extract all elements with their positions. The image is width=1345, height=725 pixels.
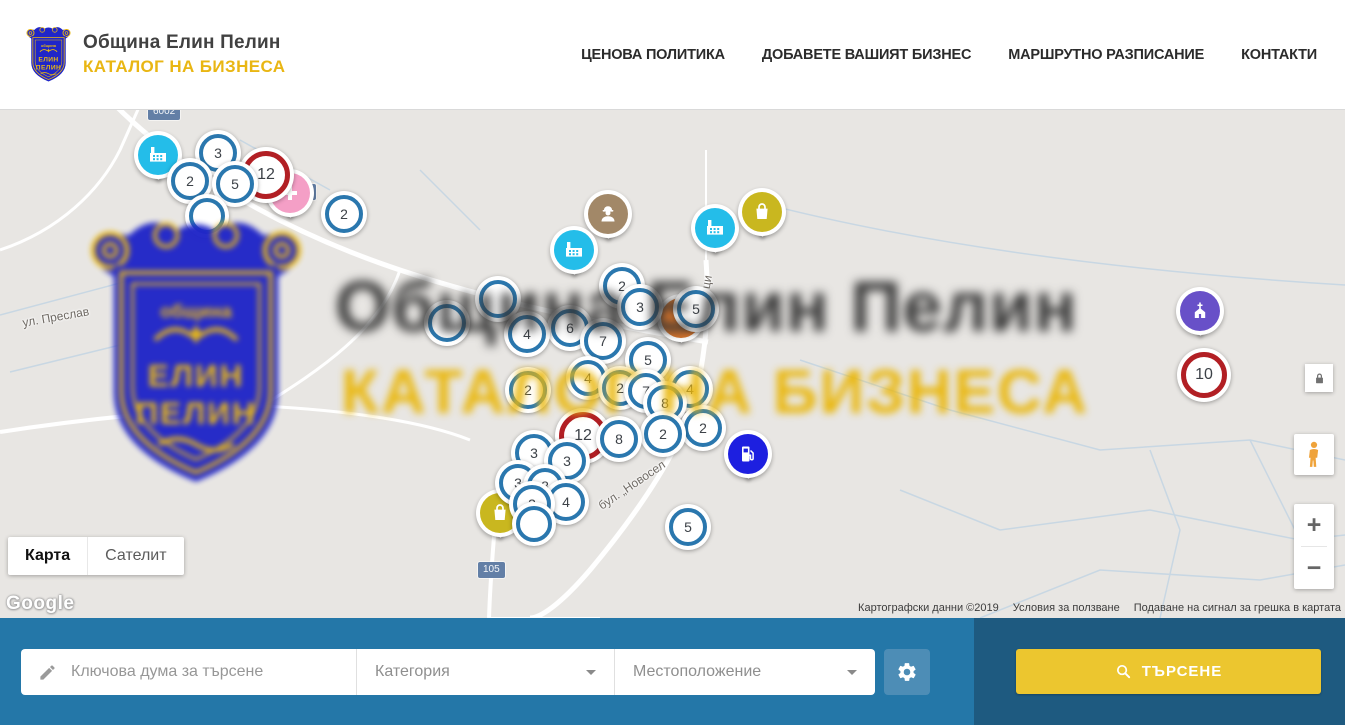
pin-marker-church[interactable] bbox=[1176, 287, 1224, 351]
cluster-marker[interactable]: 3 bbox=[617, 284, 663, 330]
map-type-control: Карта Сателит bbox=[8, 537, 184, 575]
cluster-count: 3 bbox=[214, 145, 222, 161]
cluster-count: 4 bbox=[584, 370, 592, 386]
google-logo[interactable]: Google bbox=[6, 593, 74, 615]
pegman-icon bbox=[1303, 440, 1325, 470]
cluster-count: 3 bbox=[530, 445, 538, 461]
cluster-marker[interactable]: 2 bbox=[321, 191, 367, 237]
cluster-count: 2 bbox=[659, 426, 667, 442]
lock-button[interactable] bbox=[1305, 364, 1333, 392]
map-type-map-button[interactable]: Карта bbox=[8, 537, 87, 575]
cluster-marker[interactable] bbox=[512, 502, 556, 546]
cluster-marker[interactable] bbox=[424, 300, 470, 346]
road-shield-label: 6002 bbox=[148, 110, 180, 120]
cluster-marker[interactable]: 2 bbox=[505, 367, 551, 413]
cluster-count: 2 bbox=[699, 420, 707, 436]
cluster-count: 8 bbox=[615, 431, 623, 447]
cluster-count: 3 bbox=[563, 453, 571, 469]
search-button-label: ТЪРСЕНЕ bbox=[1142, 663, 1223, 680]
cluster-count: 2 bbox=[524, 382, 532, 398]
keyword-field-wrap bbox=[21, 649, 356, 695]
bag-icon bbox=[750, 200, 774, 224]
chevron-down-icon bbox=[847, 670, 857, 680]
map-canvas[interactable]: ул. Преславбул. „Новоселци60026105 bbox=[0, 110, 1345, 618]
cluster-marker[interactable]: 2 bbox=[640, 411, 686, 457]
cluster-count: 4 bbox=[523, 326, 531, 342]
worker-icon bbox=[596, 202, 620, 226]
municipality-emblem-icon: община ЕЛИН ПЕЛИН bbox=[25, 25, 72, 84]
cluster-count: 7 bbox=[599, 333, 607, 349]
report-error-link[interactable]: Подаване на сигнал за грешка в картата bbox=[1134, 602, 1341, 614]
zoom-out-button[interactable]: − bbox=[1294, 547, 1334, 589]
cluster-count: 4 bbox=[686, 381, 694, 397]
cluster-count: 10 bbox=[1195, 366, 1213, 384]
category-select[interactable]: Категория bbox=[356, 649, 614, 695]
cluster-marker[interactable]: 8 bbox=[596, 416, 642, 462]
search-fields-group: Категория Местоположение bbox=[21, 649, 875, 695]
pin-marker-bag[interactable] bbox=[738, 188, 786, 252]
nav-item-schedule[interactable]: МАРШРУТНО РАЗПИСАНИЕ bbox=[1008, 47, 1204, 63]
map-type-satellite-button[interactable]: Сателит bbox=[87, 537, 183, 575]
cluster-count: 5 bbox=[644, 352, 652, 368]
site-logo[interactable]: община ЕЛИН ПЕЛИН Община Елин Пелин КАТА… bbox=[25, 25, 285, 84]
advanced-settings-button[interactable] bbox=[884, 649, 930, 695]
cluster-count: 5 bbox=[231, 176, 239, 192]
keyword-search-input[interactable] bbox=[69, 662, 313, 682]
pin-marker-factory[interactable] bbox=[691, 204, 739, 268]
pin-marker-factory[interactable] bbox=[550, 226, 598, 290]
factory-icon bbox=[562, 238, 586, 262]
svg-text:ПЕЛИН: ПЕЛИН bbox=[36, 64, 61, 71]
church-icon bbox=[1188, 299, 1212, 323]
site-subtitle: КАТАЛОГ НА БИЗНЕСА bbox=[83, 57, 285, 77]
gear-icon bbox=[896, 661, 918, 683]
cluster-marker[interactable] bbox=[185, 194, 229, 238]
cluster-count: 2 bbox=[186, 173, 194, 189]
attribution-copyright: Картографски данни ©2019 bbox=[858, 602, 999, 614]
zoom-control: + − bbox=[1294, 504, 1334, 589]
location-select-label: Местоположение bbox=[633, 663, 761, 681]
cluster-count: 12 bbox=[257, 166, 275, 184]
cluster-count: 3 bbox=[636, 299, 644, 315]
pin-marker-fuel[interactable] bbox=[724, 430, 772, 494]
cluster-marker[interactable]: 5 bbox=[665, 504, 711, 550]
map-attribution: Картографски данни ©2019 Условия за полз… bbox=[858, 602, 1341, 614]
pencil-icon bbox=[38, 663, 57, 682]
location-select[interactable]: Местоположение bbox=[614, 649, 875, 695]
terms-link[interactable]: Условия за ползване bbox=[1013, 602, 1120, 614]
cluster-count: 5 bbox=[692, 301, 700, 317]
nav-item-add-business[interactable]: ДОБАВЕТЕ ВАШИЯТ БИЗНЕС bbox=[762, 47, 971, 63]
lock-icon bbox=[1312, 371, 1327, 386]
chevron-down-icon bbox=[586, 670, 596, 680]
cluster-count: 2 bbox=[340, 206, 348, 222]
site-title: Община Елин Пелин bbox=[83, 32, 285, 54]
main-nav: ЦЕНОВА ПОЛИТИКА ДОБАВЕТЕ ВАШИЯТ БИЗНЕС М… bbox=[581, 47, 1317, 63]
search-icon bbox=[1115, 663, 1132, 680]
zoom-in-button[interactable]: + bbox=[1294, 504, 1334, 546]
cluster-marker[interactable]: 4 bbox=[504, 311, 550, 357]
cluster-count: 2 bbox=[616, 380, 624, 396]
search-bar: Категория Местоположение ТЪРСЕНЕ bbox=[0, 618, 1345, 725]
factory-icon bbox=[146, 143, 170, 167]
cluster-marker[interactable]: 10 bbox=[1177, 348, 1231, 402]
cluster-count: 8 bbox=[661, 395, 669, 411]
svg-text:ЕЛИН: ЕЛИН bbox=[38, 57, 58, 64]
cluster-marker[interactable]: 5 bbox=[673, 286, 719, 332]
search-button[interactable]: ТЪРСЕНЕ bbox=[1016, 649, 1321, 694]
nav-item-pricing[interactable]: ЦЕНОВА ПОЛИТИКА bbox=[581, 47, 725, 63]
cluster-count: 4 bbox=[562, 494, 570, 510]
factory-icon bbox=[703, 216, 727, 240]
header: община ЕЛИН ПЕЛИН Община Елин Пелин КАТА… bbox=[0, 0, 1345, 110]
category-select-label: Категория bbox=[375, 663, 450, 681]
cluster-marker[interactable]: 2 bbox=[680, 405, 726, 451]
street-view-pegman-button[interactable] bbox=[1294, 434, 1334, 475]
road-shield-label: 105 bbox=[478, 562, 505, 578]
fuel-icon bbox=[736, 442, 760, 466]
cluster-count: 6 bbox=[566, 320, 574, 336]
svg-text:община: община bbox=[41, 43, 57, 48]
nav-item-contacts[interactable]: КОНТАКТИ bbox=[1241, 47, 1317, 63]
cluster-count: 5 bbox=[684, 519, 692, 535]
